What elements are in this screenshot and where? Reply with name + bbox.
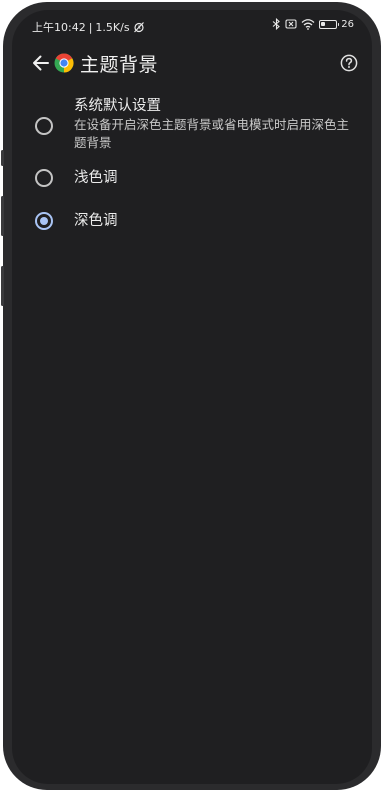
radio-system-default[interactable] (35, 117, 53, 135)
status-left: 上午10:42 | 1.5K/s (32, 19, 145, 35)
phone-power-button (1, 266, 4, 306)
bluetooth-icon (272, 18, 281, 30)
help-button[interactable] (338, 52, 360, 74)
no-sim-icon (285, 18, 297, 30)
option-label: 浅色调 (74, 170, 118, 186)
screen: 上午10:42 | 1.5K/s 26 主题背景 系统默认设置 在设备开启深色主… (12, 10, 372, 784)
status-separator: | (88, 20, 93, 34)
status-right: 26 (272, 18, 354, 30)
back-button[interactable] (30, 52, 52, 74)
phone-volume-button (1, 196, 4, 236)
option-light[interactable]: 浅色调 (12, 164, 372, 207)
battery-level (321, 21, 325, 27)
page-title: 主题背景 (80, 54, 159, 76)
status-time: 上午10:42 (32, 21, 86, 34)
theme-options-list: 系统默认设置 在设备开启深色主题背景或省电模式时启用深色主题背景 浅色调 深色调 (12, 96, 372, 250)
radio-dark[interactable] (35, 212, 53, 230)
chrome-logo-icon (54, 53, 74, 73)
status-bar: 上午10:42 | 1.5K/s 26 (12, 10, 372, 42)
option-label: 系统默认设置 (74, 98, 161, 114)
arrow-left-icon (33, 55, 49, 71)
option-text: 系统默认设置 在设备开启深色主题背景或省电模式时启用深色主题背景 (74, 96, 360, 152)
option-description: 在设备开启深色主题背景或省电模式时启用深色主题背景 (74, 117, 350, 150)
option-dark[interactable]: 深色调 (12, 207, 372, 250)
radio-light[interactable] (35, 169, 53, 187)
status-net-speed: 1.5K/s (95, 20, 130, 34)
battery-percent: 26 (341, 18, 354, 30)
wifi-icon (301, 18, 315, 30)
battery-icon (319, 19, 340, 29)
phone-volume-button (1, 150, 4, 166)
option-label: 深色调 (74, 213, 118, 229)
alarm-off-icon (133, 21, 145, 33)
option-text: 浅色调 (74, 168, 360, 188)
option-text: 深色调 (74, 211, 360, 231)
help-circle-icon (340, 54, 358, 72)
app-bar: 主题背景 (12, 46, 372, 82)
option-system-default[interactable]: 系统默认设置 在设备开启深色主题背景或省电模式时启用深色主题背景 (12, 96, 372, 164)
